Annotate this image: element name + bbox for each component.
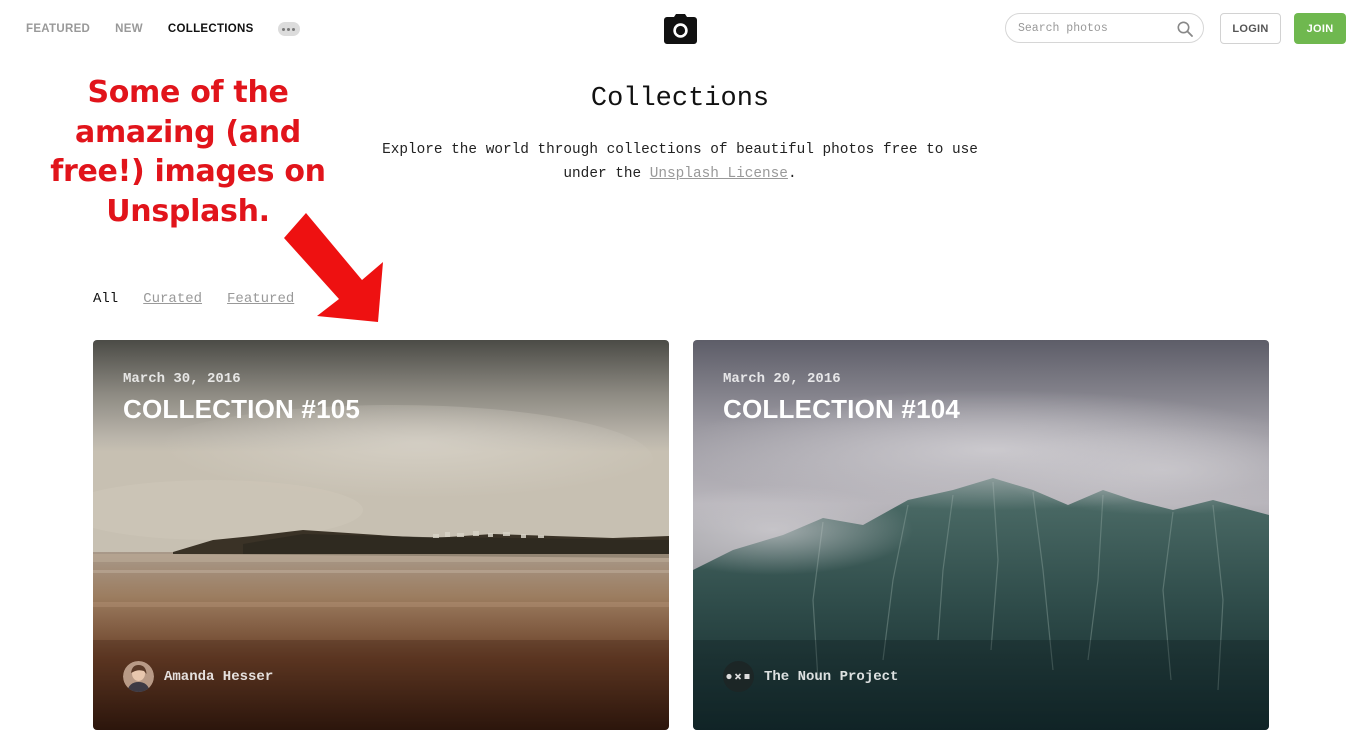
- collection-title: COLLECTION #105: [123, 394, 361, 424]
- more-dots-icon[interactable]: [277, 22, 300, 36]
- user-photo-avatar: [123, 661, 154, 692]
- page-description: Explore the world through collections of…: [380, 138, 980, 186]
- tab-all[interactable]: All: [93, 290, 118, 308]
- join-button[interactable]: JOIN: [1294, 13, 1346, 44]
- annotation-text: Some of the amazing (and free!) images o…: [50, 75, 326, 229]
- unsplash-license-link[interactable]: Unsplash License: [650, 166, 788, 182]
- avatar: [123, 661, 154, 692]
- collection-card[interactable]: March 20, 2016 COLLECTION #104 The Noun …: [693, 340, 1269, 730]
- nav-featured[interactable]: FEATURED: [26, 21, 90, 37]
- collection-filter-tabs: All Curated Featured: [93, 290, 319, 308]
- camera-icon[interactable]: [664, 14, 697, 44]
- collection-author[interactable]: The Noun Project: [723, 661, 898, 692]
- author-name: Amanda Hesser: [164, 668, 274, 685]
- description-end: .: [787, 166, 797, 182]
- collection-author[interactable]: Amanda Hesser: [123, 661, 273, 692]
- collection-date: March 30, 2016: [123, 371, 241, 387]
- collection-date: March 20, 2016: [723, 371, 841, 387]
- arrow-down-right-icon: [284, 213, 383, 322]
- tab-featured[interactable]: Featured: [227, 290, 294, 308]
- avatar: [723, 661, 754, 692]
- collection-title: COLLECTION #104: [723, 394, 961, 424]
- nav-collections[interactable]: COLLECTIONS: [168, 21, 254, 37]
- search-box: [1005, 13, 1204, 43]
- nav-new[interactable]: NEW: [115, 21, 143, 37]
- tab-curated[interactable]: Curated: [143, 290, 202, 308]
- search-input[interactable]: [1018, 20, 1168, 36]
- collection-card[interactable]: March 30, 2016 COLLECTION #105 Amanda He…: [93, 340, 669, 730]
- author-name: The Noun Project: [764, 668, 899, 685]
- search-icon[interactable]: [1177, 21, 1193, 37]
- noun-project-logo: [726, 673, 750, 680]
- page-title: Collections: [590, 84, 770, 114]
- primary-nav: FEATURED NEW COLLECTIONS: [26, 21, 300, 37]
- login-button[interactable]: LOGIN: [1220, 13, 1281, 44]
